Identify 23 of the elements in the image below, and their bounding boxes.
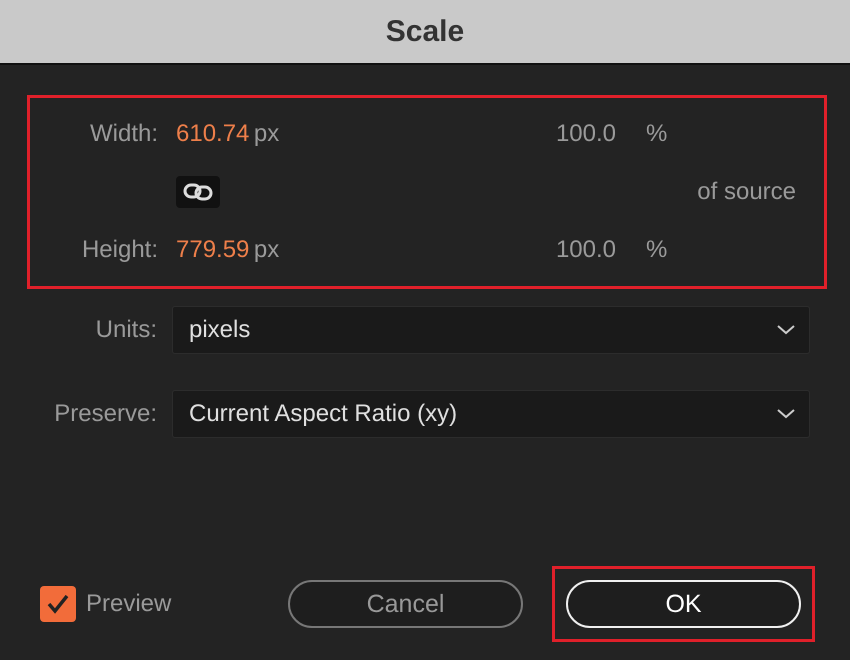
percent-field[interactable]: 100.0 <box>556 120 616 148</box>
preview-checkbox[interactable]: Preview <box>40 586 172 622</box>
field-label: Height: <box>82 236 158 264</box>
field-label: Width: <box>90 120 158 148</box>
note-label: of source <box>697 178 796 206</box>
field-label: Preserve: <box>54 400 157 428</box>
unit-label: % <box>646 120 668 148</box>
percent-field[interactable]: 100.0 <box>556 236 616 264</box>
window-title: Scale <box>386 14 464 48</box>
ok-button[interactable]: OK <box>566 580 801 628</box>
chevron-icon <box>777 325 795 335</box>
cancel-button[interactable]: Cancel <box>288 580 523 628</box>
chevron-icon <box>777 409 795 419</box>
dropdown[interactable]: pixels <box>172 306 810 354</box>
unit-label: % <box>646 236 668 264</box>
value-field[interactable]: 610.74 <box>176 120 250 147</box>
link-toggle[interactable] <box>176 176 220 208</box>
unit-label: px <box>254 236 280 263</box>
link-icon <box>183 183 213 201</box>
unit-label: px <box>254 120 280 147</box>
value-field[interactable]: 779.59 <box>176 236 250 263</box>
dropdown[interactable]: Current Aspect Ratio (xy) <box>172 390 810 438</box>
field-label: Units: <box>96 316 157 344</box>
